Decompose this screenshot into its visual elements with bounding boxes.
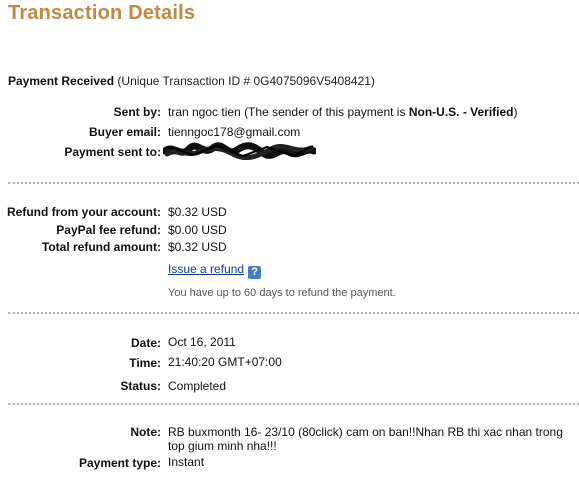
sender-name: tran ngoc tien <box>168 105 241 119</box>
issue-refund-link[interactable]: Issue a refund <box>168 262 244 276</box>
paypal-fee-refund-label: PayPal fee refund: <box>56 223 161 237</box>
page-title: Transaction Details <box>8 2 196 24</box>
total-refund-label: Total refund amount: <box>41 240 161 254</box>
buyer-email-value: tienngoc178@gmail.com <box>168 125 301 139</box>
payment-received-header: Payment Received (Unique Transaction ID … <box>8 74 375 88</box>
note-label: Note: <box>130 425 161 439</box>
paypal-fee-refund-value: $0.00 USD <box>168 223 227 237</box>
payment-type-value: Instant <box>168 455 205 469</box>
question-mark-icon[interactable]: ? <box>248 266 262 279</box>
refund-from-account-label: Refund from your account: <box>6 205 161 219</box>
refund-from-account-value: $0.32 USD <box>168 205 227 219</box>
time-label: Time: <box>129 356 161 370</box>
sender-verification-status: Non-U.S. - Verified <box>408 105 514 119</box>
date-label: Date: <box>130 336 161 350</box>
issue-refund-row: Issue a refund? <box>168 262 262 279</box>
sender-note-prefix: (The sender of this payment is <box>244 105 406 119</box>
section-divider <box>8 182 579 184</box>
section-divider <box>8 403 579 405</box>
redacted-recipient <box>163 142 316 160</box>
total-refund-value: $0.32 USD <box>168 240 227 254</box>
date-value: Oct 16, 2011 <box>168 335 236 349</box>
payment-received-label: Payment Received <box>8 74 115 88</box>
status-label: Status: <box>120 379 161 393</box>
sent-by-value: tran ngoc tien (The sender of this payme… <box>168 105 518 119</box>
payment-sent-to-label: Payment sent to: <box>64 145 161 159</box>
payment-type-label: Payment type: <box>78 456 161 470</box>
refund-hint: You have up to 60 days to refund the pay… <box>168 287 396 299</box>
section-divider <box>8 312 579 314</box>
buyer-email-label: Buyer email: <box>88 125 161 139</box>
note-value: RB buxmonth 16- 23/10 (80click) cam on b… <box>168 425 563 453</box>
sender-note-suffix: ) <box>513 105 518 119</box>
time-value: 21:40:20 GMT+07:00 <box>168 355 282 369</box>
status-value: Completed <box>168 379 227 393</box>
transaction-id-detail: (Unique Transaction ID # 0G4075096V54084… <box>117 74 375 88</box>
sent-by-label: Sent by: <box>113 105 161 119</box>
